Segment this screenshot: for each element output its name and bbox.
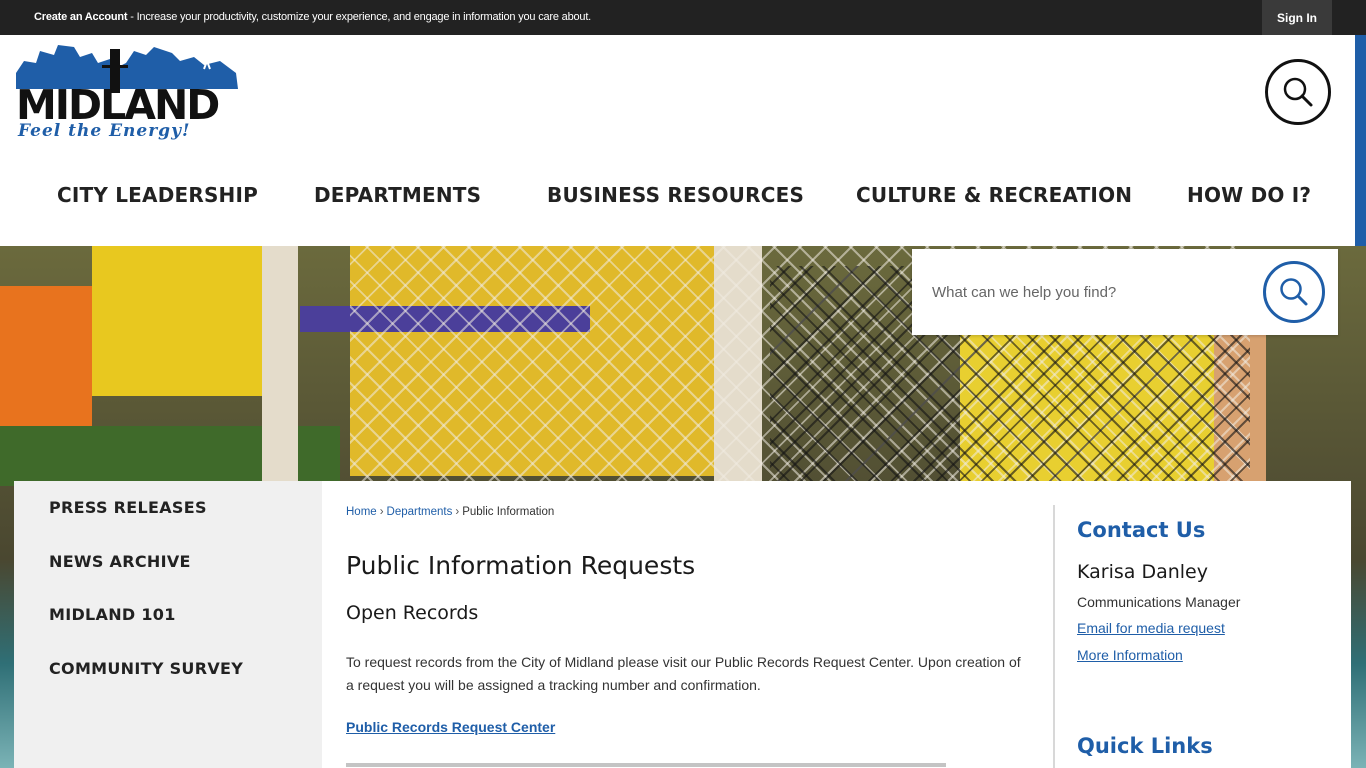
search-icon [1280, 278, 1308, 306]
account-message: Create an Account - Increase your produc… [34, 11, 591, 23]
site-header: MIDLAND Feel the Energy! CITY LEADERSHIP… [0, 35, 1355, 246]
search-icon [1283, 77, 1313, 107]
sidebar-nav: PRESS RELEASES NEWS ARCHIVE MIDLAND 101 … [14, 481, 322, 768]
site-search-box [912, 249, 1338, 335]
breadcrumb-separator: › [455, 506, 460, 518]
main-content: Home › Departments › Public Information Publ… [322, 481, 1351, 768]
sidebar-item-midland-101[interactable]: MIDLAND 101 [49, 605, 176, 624]
main-navigation: CITY LEADERSHIP DEPARTMENTS BUSINESS RES… [0, 183, 1355, 215]
text-line-placeholder [346, 763, 946, 767]
midland-logo[interactable]: MIDLAND Feel the Energy! [14, 43, 242, 147]
more-information-link[interactable]: More Information [1077, 647, 1183, 663]
quick-links-heading: Quick Links [1077, 734, 1213, 758]
breadcrumb-current: Public Information [462, 506, 555, 518]
section-heading: Open Records [346, 602, 479, 624]
banner-shape [92, 246, 262, 396]
banner-shape [262, 246, 298, 486]
contact-us-heading: Contact Us [1077, 518, 1206, 542]
sidebar-item-press-releases[interactable]: PRESS RELEASES [49, 498, 207, 517]
search-input[interactable] [932, 277, 1252, 307]
column-divider [1053, 505, 1055, 768]
contact-role: Communications Manager [1077, 594, 1241, 610]
nav-how-do-i[interactable]: HOW DO I? [1187, 183, 1311, 207]
top-account-bar: Create an Account - Increase your produc… [0, 0, 1366, 35]
create-account-link[interactable]: Create an Account [34, 11, 128, 23]
page-title: Public Information Requests [346, 551, 696, 580]
breadcrumb-separator: › [379, 506, 384, 518]
nav-city-leadership[interactable]: CITY LEADERSHIP [57, 183, 258, 207]
nav-departments[interactable]: DEPARTMENTS [314, 183, 481, 207]
header-search-button[interactable] [1265, 59, 1331, 125]
records-request-center-link[interactable]: Public Records Request Center [346, 719, 555, 735]
nav-culture-recreation[interactable]: CULTURE & RECREATION [856, 183, 1132, 207]
email-media-request-link[interactable]: Email for media request [1077, 620, 1225, 636]
contact-name: Karisa Danley [1077, 561, 1208, 583]
nav-business-resources[interactable]: BUSINESS RESOURCES [547, 183, 804, 207]
breadcrumb-home[interactable]: Home [346, 506, 377, 518]
intro-paragraph: To request records from the City of Midl… [346, 654, 1021, 693]
sidebar-item-news-archive[interactable]: NEWS ARCHIVE [49, 552, 191, 571]
account-message-text: - Increase your productivity, customize … [127, 11, 592, 23]
scrollbar[interactable] [1355, 35, 1366, 246]
truncated-paragraph [346, 761, 1032, 768]
sidebar-item-community-survey[interactable]: COMMUNITY SURVEY [49, 659, 243, 678]
breadcrumb: Home › Departments › Public Information [346, 506, 554, 518]
sign-in-button[interactable]: Sign In [1262, 0, 1332, 35]
logo-tagline: Feel the Energy! [18, 121, 191, 141]
breadcrumb-departments[interactable]: Departments [387, 506, 453, 518]
search-submit-button[interactable] [1263, 261, 1325, 323]
